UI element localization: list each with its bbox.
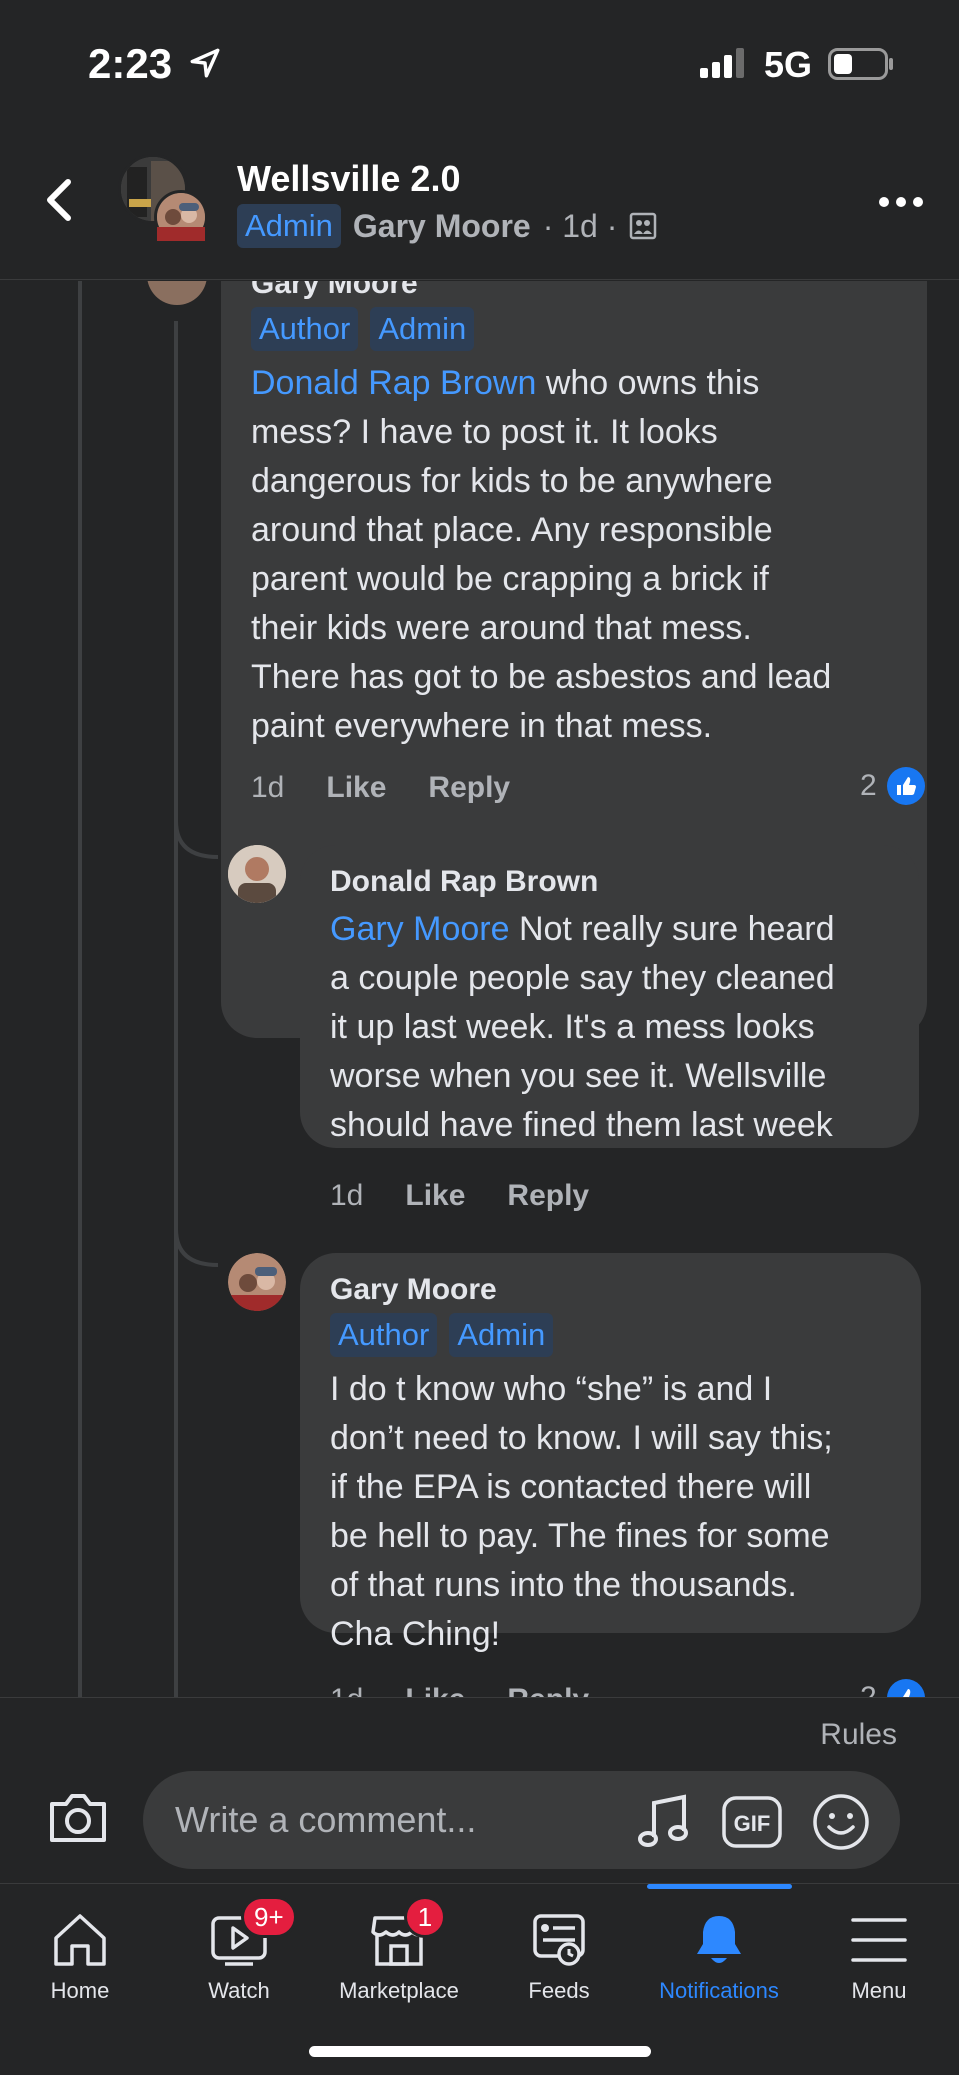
commenter-avatar[interactable] bbox=[228, 845, 286, 903]
nav-item-home[interactable]: Home bbox=[0, 1884, 160, 2034]
watch-count-badge: 9+ bbox=[241, 1896, 297, 1938]
home-indicator bbox=[309, 2046, 651, 2057]
comment-actions: 1d Like Reply bbox=[251, 771, 510, 805]
commenter-name[interactable]: Gary Moore bbox=[251, 281, 831, 301]
reaction-count[interactable]: 2 bbox=[860, 1679, 925, 1697]
comment-input[interactable] bbox=[143, 1771, 900, 1869]
comment-bubble: Donald Rap Brown Gary Moore Not really s… bbox=[300, 845, 919, 1148]
commenter-badges: Author Admin bbox=[330, 1313, 833, 1357]
comment-time: 1d bbox=[330, 1179, 364, 1212]
reply-connector bbox=[174, 821, 219, 859]
rules-link[interactable]: Rules bbox=[820, 1718, 897, 1752]
location-arrow-icon bbox=[190, 48, 220, 78]
thumbs-up-icon bbox=[886, 1679, 925, 1697]
commenter-name[interactable]: Gary Moore bbox=[330, 1273, 833, 1307]
feeds-icon bbox=[533, 1914, 585, 1966]
author-badge: Author bbox=[330, 1313, 438, 1357]
reply-connector bbox=[174, 1229, 219, 1267]
nav-label: Marketplace bbox=[339, 1978, 459, 2003]
music-icon[interactable] bbox=[636, 1793, 692, 1851]
reply-button[interactable]: Reply bbox=[507, 1683, 589, 1697]
comment-actions: 1d Like Reply bbox=[330, 1683, 589, 1697]
post-header: Wellsville 2.0 Admin Gary Moore · 1d · bbox=[0, 130, 959, 280]
marketplace-count-badge: 1 bbox=[404, 1896, 446, 1938]
thread-line-outer bbox=[78, 281, 82, 1697]
comment-time: 1d bbox=[330, 1683, 363, 1697]
mention-link[interactable]: Gary Moore bbox=[330, 910, 510, 948]
thread-line-inner bbox=[174, 321, 178, 1697]
like-button[interactable]: Like bbox=[326, 771, 386, 805]
nav-label: Watch bbox=[208, 1978, 270, 2003]
reaction-count[interactable]: 2 bbox=[860, 767, 925, 805]
back-chevron-icon[interactable] bbox=[38, 170, 78, 230]
signal-icon bbox=[700, 48, 744, 78]
battery-icon bbox=[828, 48, 893, 80]
nav-label: Notifications bbox=[659, 1978, 779, 2003]
post-author[interactable]: Gary Moore bbox=[353, 208, 531, 245]
comment-actions: 1d Like Reply bbox=[330, 1179, 589, 1213]
comment-composer: Rules GIF bbox=[0, 1697, 959, 1883]
more-options-icon[interactable] bbox=[878, 192, 924, 212]
nav-item-watch[interactable]: Watch 9+ bbox=[159, 1884, 319, 2034]
nav-label: Feeds bbox=[528, 1978, 590, 2003]
group-title[interactable]: Wellsville 2.0 bbox=[237, 158, 460, 200]
emoji-icon[interactable] bbox=[812, 1793, 870, 1851]
thumbs-up-icon bbox=[886, 767, 925, 805]
admin-badge: Admin bbox=[449, 1313, 554, 1357]
reply-button[interactable]: Reply bbox=[507, 1179, 589, 1213]
comment-time: 1d bbox=[251, 771, 285, 804]
post-time: · 1d · bbox=[542, 207, 618, 244]
author-badge: Author bbox=[251, 307, 359, 351]
nav-item-feeds[interactable]: Feeds bbox=[479, 1884, 639, 2034]
commenter-badges: Author Admin bbox=[251, 307, 831, 351]
comment-thread[interactable]: Gary Moore Author Admin Donald Rap Brown… bbox=[0, 281, 959, 1697]
nav-item-notifications[interactable]: Notifications bbox=[639, 1884, 799, 2034]
admin-badge: Admin bbox=[237, 204, 341, 248]
author-avatar bbox=[154, 190, 208, 244]
comment-text: Donald Rap Brown who owns this mess? I h… bbox=[251, 364, 832, 745]
comment-bubble: Gary Moore Author Admin I do t know who … bbox=[300, 1253, 921, 1653]
nav-item-marketplace[interactable]: Marketplace 1 bbox=[319, 1884, 479, 2034]
gif-icon[interactable]: GIF bbox=[722, 1796, 782, 1848]
svg-text:GIF: GIF bbox=[734, 1811, 771, 1836]
camera-icon[interactable] bbox=[46, 1790, 110, 1846]
status-time: 2:23 bbox=[88, 40, 173, 87]
menu-icon bbox=[851, 1918, 907, 1962]
comment-text: Gary Moore Not really sure heard a coupl… bbox=[330, 910, 835, 1144]
group-privacy-icon bbox=[630, 212, 657, 240]
commenter-avatar[interactable] bbox=[228, 1253, 286, 1311]
home-icon bbox=[54, 1914, 106, 1966]
commenter-avatar[interactable] bbox=[147, 281, 207, 305]
nav-label: Menu bbox=[851, 1978, 907, 2003]
nav-label: Home bbox=[50, 1978, 110, 2003]
post-meta: Admin Gary Moore · 1d · bbox=[237, 204, 657, 248]
like-button[interactable]: Like bbox=[405, 1179, 465, 1213]
mention-link[interactable]: Donald Rap Brown bbox=[251, 364, 536, 402]
nav-item-menu[interactable]: Menu bbox=[799, 1884, 959, 2034]
commenter-name[interactable]: Donald Rap Brown bbox=[330, 865, 835, 899]
group-avatar[interactable] bbox=[118, 154, 208, 244]
network-type: 5G bbox=[764, 44, 813, 85]
admin-badge: Admin bbox=[370, 307, 475, 351]
status-bar: 2:23 5G bbox=[0, 0, 959, 130]
comment-text: I do t know who “she” is and I don’t nee… bbox=[330, 1370, 833, 1653]
bell-icon bbox=[697, 1916, 741, 1963]
reply-button[interactable]: Reply bbox=[428, 771, 510, 805]
like-button[interactable]: Like bbox=[405, 1683, 465, 1697]
